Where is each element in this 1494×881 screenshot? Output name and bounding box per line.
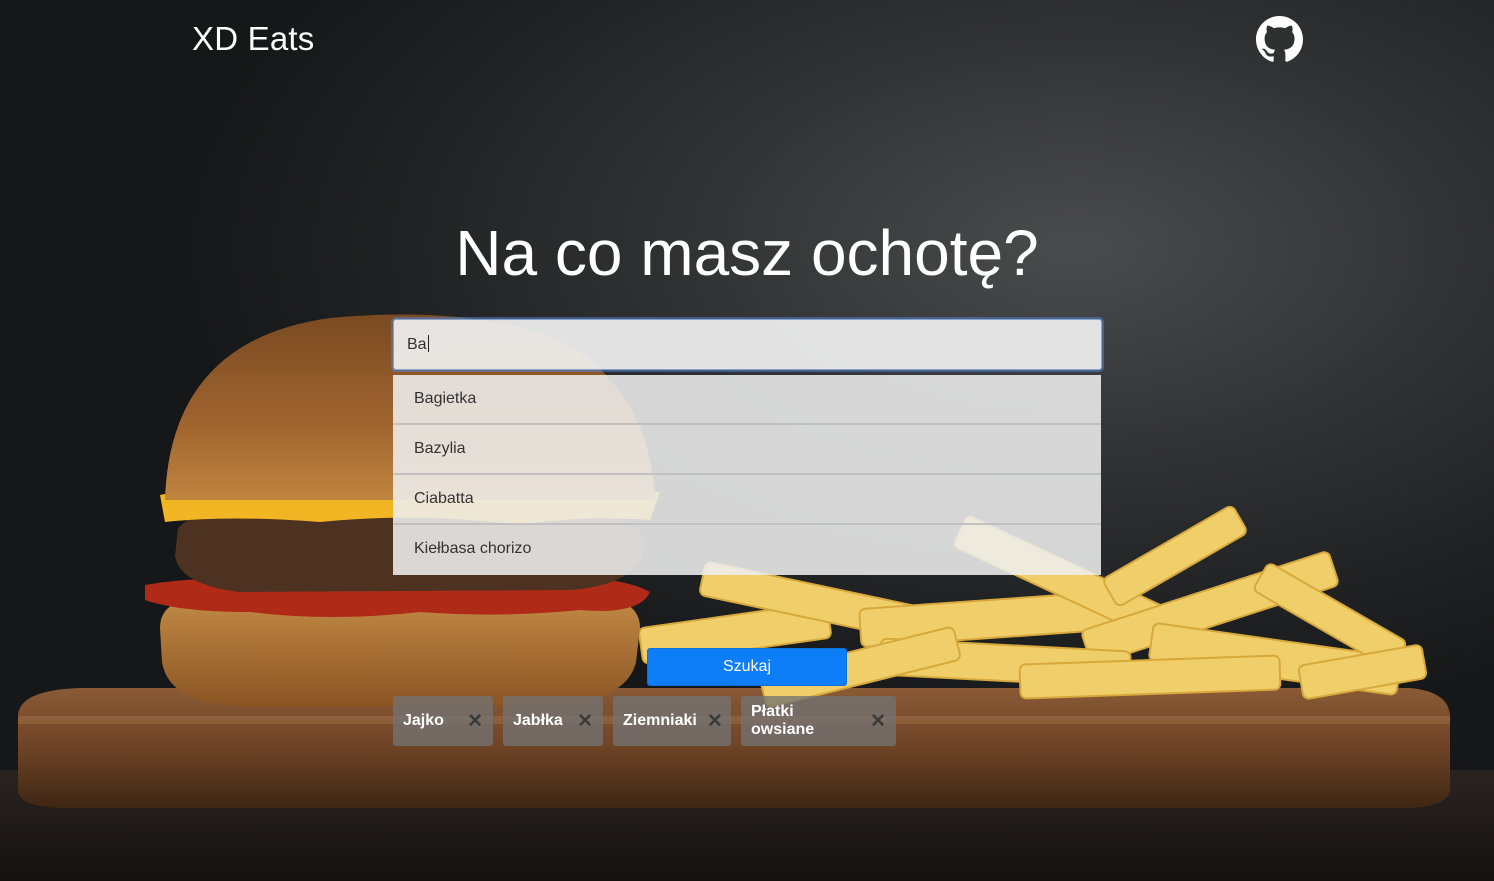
ingredient-chip-label: Jajko (403, 712, 444, 729)
close-icon[interactable]: ✕ (860, 712, 886, 731)
suggestions-dropdown: Bagietka Bazylia Ciabatta Kiełbasa chori… (393, 375, 1101, 575)
ingredient-chip: Płatki owsiane ✕ (741, 696, 896, 746)
text-caret (427, 335, 429, 352)
search-input-value: Ba (407, 336, 427, 353)
ingredient-chip-label: Jabłka (513, 712, 563, 729)
ingredient-chip: Ziemniaki ✕ (613, 696, 731, 746)
suggestion-item[interactable]: Ciabatta (393, 475, 1101, 525)
close-icon[interactable]: ✕ (697, 712, 723, 731)
ingredient-chip: Jajko ✕ (393, 696, 493, 746)
ingredient-chip: Jabłka ✕ (503, 696, 603, 746)
github-icon[interactable] (1256, 16, 1303, 63)
suggestion-item[interactable]: Bagietka (393, 375, 1101, 425)
brand-logo[interactable]: XD Eats (192, 20, 314, 58)
close-icon[interactable]: ✕ (457, 712, 483, 731)
ingredient-chip-label: Płatki owsiane (751, 703, 815, 738)
selected-ingredients: Jajko ✕ Jabłka ✕ Ziemniaki ✕ Płatki owsi… (393, 696, 896, 746)
close-icon[interactable]: ✕ (567, 712, 593, 731)
page-title: Na co masz ochotę? (455, 217, 1039, 289)
ingredient-chip-label: Ziemniaki (623, 712, 697, 729)
search-input[interactable]: Ba (393, 319, 1102, 370)
suggestion-item[interactable]: Kiełbasa chorizo (393, 525, 1101, 575)
search-button[interactable]: Szukaj (647, 648, 847, 686)
suggestion-item[interactable]: Bazylia (393, 425, 1101, 475)
